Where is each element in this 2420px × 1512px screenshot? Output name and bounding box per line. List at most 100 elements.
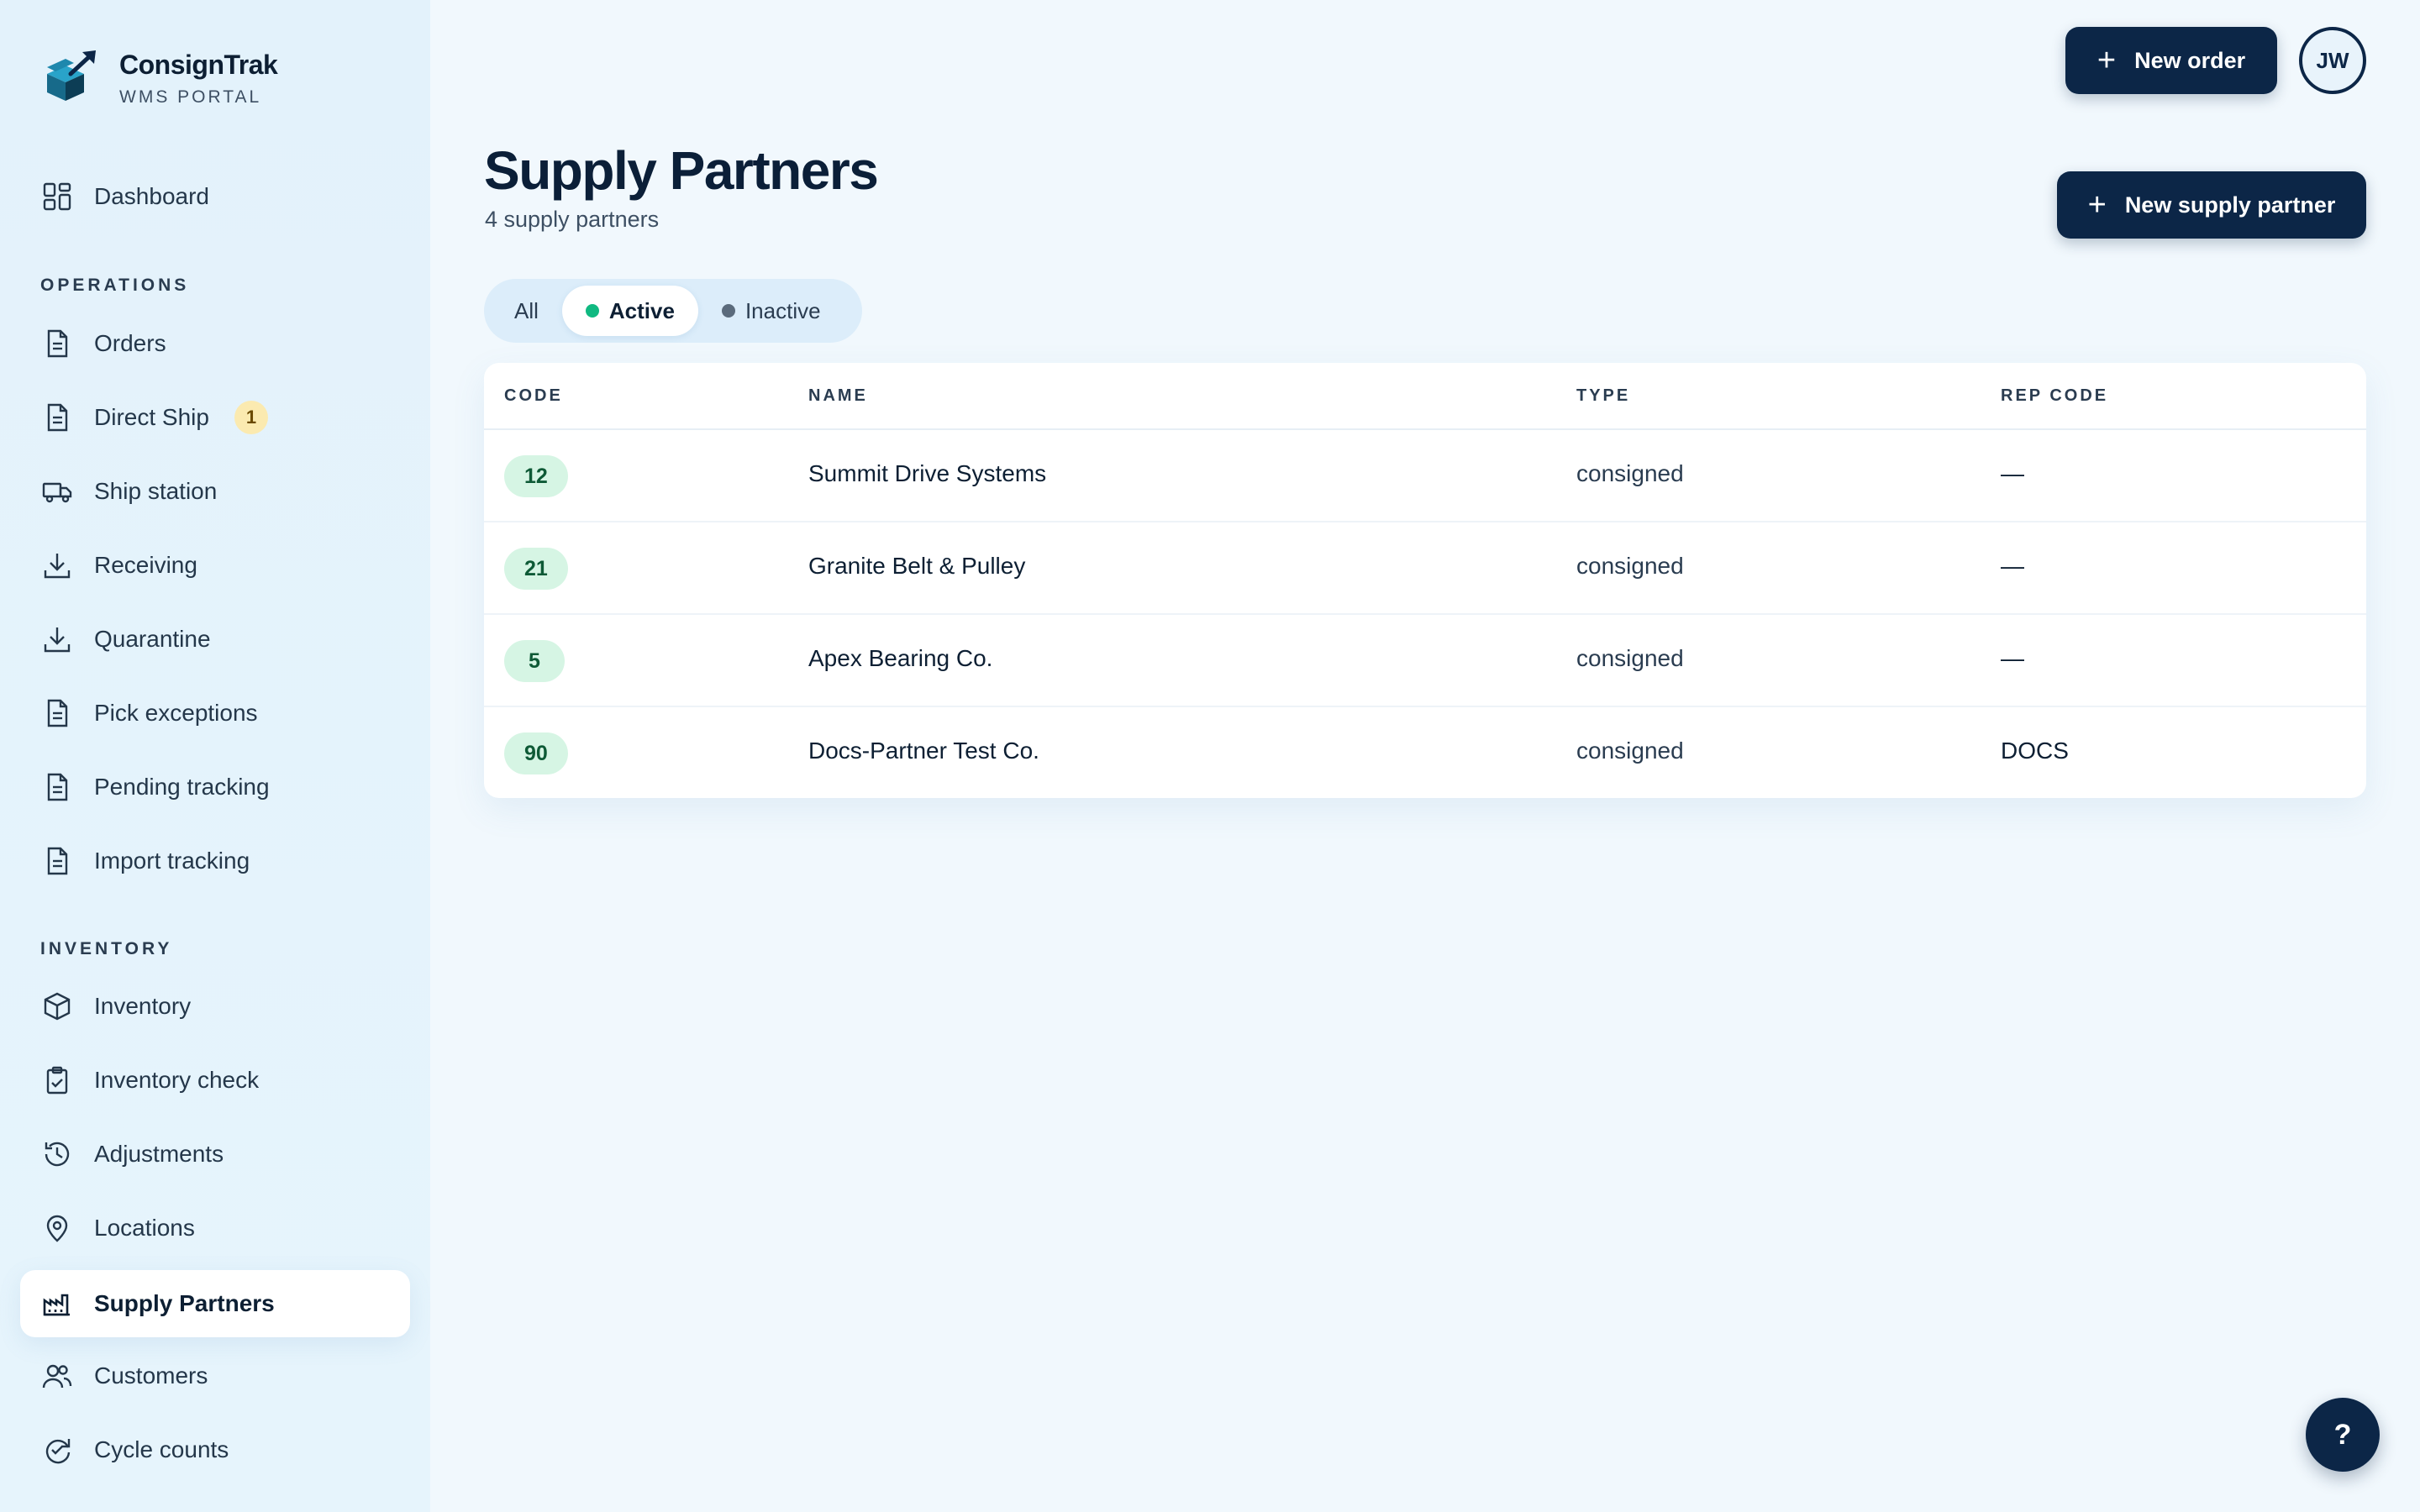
document-icon (40, 696, 74, 730)
sidebar-item-label: Pick exceptions (94, 700, 258, 726)
page-subtitle: 4 supply partners (485, 207, 660, 232)
partner-name: Summit Drive Systems (808, 460, 1047, 486)
sidebar-item-label: Ship station (94, 478, 218, 504)
new-supply-partner-button[interactable]: + New supply partner (2057, 171, 2366, 239)
new-order-label: New order (2134, 47, 2246, 73)
table-row[interactable]: 5 Apex Bearing Co. consigned — (484, 615, 2366, 707)
sidebar-item-pending-tracking[interactable]: Pending tracking (20, 753, 410, 821)
table-row[interactable]: 21 Granite Belt & Pulley consigned — (484, 522, 2366, 615)
sidebar-item-cycle-counts[interactable]: Cycle counts (20, 1416, 410, 1483)
partner-type: consigned (1576, 738, 1684, 764)
download-icon (40, 549, 74, 582)
partner-rep-code: — (2001, 645, 2024, 671)
partner-name: Docs-Partner Test Co. (808, 738, 1039, 764)
sidebar-item-label: Locations (94, 1215, 195, 1241)
sidebar-item-supply-partners[interactable]: Supply Partners (20, 1270, 410, 1337)
table-header: CODE NAME TYPE REP CODE (484, 363, 2366, 430)
sidebar-item-label: Supply Partners (94, 1290, 275, 1316)
sidebar-item-ship-station[interactable]: Ship station (20, 458, 410, 525)
sidebar-item-label: Dashboard (94, 183, 209, 209)
supply-partners-table: CODE NAME TYPE REP CODE 12 Summit Drive … (484, 363, 2366, 798)
partner-type: consigned (1576, 460, 1684, 486)
code-pill: 90 (504, 732, 568, 774)
grid-icon (40, 180, 74, 213)
partner-type: consigned (1576, 553, 1684, 579)
column-header-name[interactable]: NAME (808, 386, 868, 406)
map-pin-icon (40, 1211, 74, 1245)
filter-label: Inactive (744, 297, 821, 323)
column-header-type[interactable]: TYPE (1576, 386, 1630, 406)
table-row[interactable]: 90 Docs-Partner Test Co. consigned DOCS (484, 707, 2366, 798)
sidebar-item-label: Inventory (94, 993, 192, 1019)
document-icon (40, 844, 74, 878)
sidebar-item-customers[interactable]: Customers (20, 1342, 410, 1410)
sidebar-item-label: Customers (94, 1362, 208, 1389)
sidebar-item-dashboard[interactable]: Dashboard (20, 163, 410, 230)
truck-icon (40, 475, 74, 508)
factory-icon (40, 1287, 74, 1320)
status-filter: All Active Inactive (484, 279, 862, 343)
section-heading-inventory: INVENTORY (40, 939, 173, 958)
clipboard-check-icon (40, 1063, 74, 1097)
sidebar-item-inventory-check[interactable]: Inventory check (20, 1047, 410, 1114)
sidebar-item-inventory[interactable]: Inventory (20, 973, 410, 1040)
filter-all[interactable]: All (491, 286, 562, 336)
history-icon (40, 1137, 74, 1171)
code-pill: 5 (504, 640, 565, 682)
count-badge: 1 (234, 401, 268, 434)
partner-name: Apex Bearing Co. (808, 645, 993, 671)
plus-icon: + (2087, 187, 2107, 223)
sidebar-item-label: Adjustments (94, 1141, 224, 1167)
partner-name: Granite Belt & Pulley (808, 553, 1026, 579)
code-pill: 12 (504, 455, 568, 497)
users-icon (40, 1359, 74, 1393)
section-heading-operations: OPERATIONS (40, 276, 190, 295)
sidebar-item-direct-ship[interactable]: Direct Ship 1 (20, 384, 410, 451)
sidebar-item-label: Inventory check (94, 1067, 260, 1093)
column-header-rep-code[interactable]: REP CODE (2001, 386, 2108, 406)
page-title: Supply Partners (484, 140, 879, 201)
sidebar-item-label: Quarantine (94, 626, 211, 652)
status-dot-icon (721, 304, 735, 318)
sidebar-item-label: Receiving (94, 552, 197, 578)
sidebar-item-orders[interactable]: Orders (20, 310, 410, 377)
filter-inactive[interactable]: Inactive (698, 286, 844, 336)
plus-icon: + (2096, 43, 2117, 78)
sidebar-item-label: Cycle counts (94, 1436, 229, 1462)
sidebar-item-label: Direct Ship (94, 404, 209, 430)
refresh-check-icon (40, 1433, 74, 1467)
sidebar-item-quarantine[interactable]: Quarantine (20, 606, 410, 673)
sidebar-item-receiving[interactable]: Receiving (20, 532, 410, 599)
new-order-button[interactable]: + New order (2065, 27, 2277, 94)
sidebar-item-locations[interactable]: Locations (20, 1194, 410, 1262)
cube-icon (40, 990, 74, 1023)
sidebar: ConsignTrak WMS PORTAL Dashboard OPERATI… (0, 0, 430, 1512)
sidebar-item-label: Import tracking (94, 848, 250, 874)
new-supply-partner-label: New supply partner (2124, 192, 2336, 218)
filter-label: All (514, 297, 539, 323)
brand-subtitle: WMS PORTAL (119, 87, 262, 107)
document-icon (40, 327, 74, 360)
sidebar-item-import-tracking[interactable]: Import tracking (20, 827, 410, 895)
column-header-code[interactable]: CODE (504, 386, 563, 406)
status-dot-icon (585, 304, 599, 318)
partner-rep-code: — (2001, 460, 2024, 486)
sidebar-item-adjustments[interactable]: Adjustments (20, 1121, 410, 1188)
partner-rep-code: — (2001, 553, 2024, 579)
document-icon (40, 770, 74, 804)
sidebar-item-label: Pending tracking (94, 774, 270, 800)
brand-logo-icon (47, 50, 96, 101)
table-row[interactable]: 12 Summit Drive Systems consigned — (484, 430, 2366, 522)
filter-label: Active (608, 297, 675, 323)
sidebar-item-pick-exceptions[interactable]: Pick exceptions (20, 680, 410, 747)
filter-active[interactable]: Active (561, 286, 698, 336)
help-button[interactable]: ? (2306, 1398, 2380, 1472)
user-avatar[interactable]: JW (2299, 27, 2366, 94)
partner-rep-code: DOCS (2001, 738, 2069, 764)
code-pill: 21 (504, 548, 568, 590)
document-icon (40, 401, 74, 434)
partner-type: consigned (1576, 645, 1684, 671)
brand[interactable]: ConsignTrak WMS PORTAL (40, 49, 278, 108)
download-icon (40, 622, 74, 656)
sidebar-item-label: Orders (94, 330, 166, 356)
